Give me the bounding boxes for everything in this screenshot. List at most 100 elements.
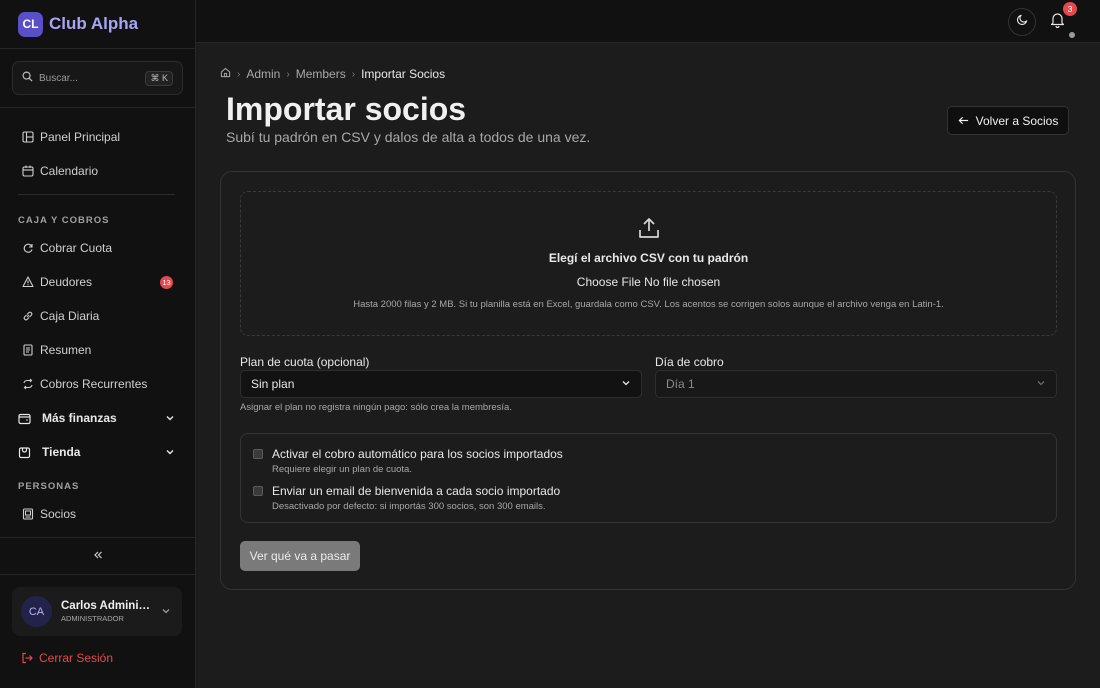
- billing-day-value: Día 1: [666, 377, 695, 391]
- sidebar-item-label: Cobros Recurrentes: [40, 377, 148, 391]
- import-options: Activar el cobro automático para los soc…: [240, 433, 1057, 523]
- sidebar-item-cobros-recurrentes[interactable]: Cobros Recurrentes: [0, 367, 195, 401]
- option-description: Requiere elegir un plan de cuota.: [272, 464, 412, 475]
- billing-day-select[interactable]: Día 1: [655, 370, 1057, 398]
- wallet-icon: [18, 412, 31, 425]
- user-menu[interactable]: CA Carlos Adminis... ADMINISTRADOR: [12, 587, 182, 636]
- debtors-count-badge: 13: [160, 276, 173, 289]
- sidebar-item-label: Caja Diaria: [40, 309, 100, 323]
- search-icon: [22, 69, 33, 87]
- arrow-left-icon: [958, 115, 969, 126]
- dropzone-hint: Hasta 2000 filas y 2 MB. Si tu planilla …: [353, 299, 944, 310]
- warning-icon: [21, 276, 34, 289]
- page-title: Importar socios: [226, 91, 467, 127]
- dashboard-icon: [21, 131, 34, 144]
- sidebar-item-socios[interactable]: Socios: [0, 497, 195, 531]
- sidebar-item-label: Socios: [40, 507, 77, 521]
- breadcrumb-current: Importar Socios: [361, 67, 446, 81]
- logout-icon: [21, 652, 33, 664]
- sidebar-item-resumen[interactable]: Resumen: [0, 333, 195, 367]
- chevron-down-icon: [621, 377, 631, 391]
- avatar: CA: [21, 596, 52, 627]
- brand-logo: CL: [18, 11, 43, 37]
- chevron-right-icon: ›: [286, 68, 290, 80]
- chevron-down-icon: [161, 603, 171, 621]
- notifications-button[interactable]: [1050, 12, 1065, 33]
- dropzone-title: Elegí el archivo CSV con tu padrón: [548, 251, 749, 265]
- chevron-down-icon: [165, 412, 175, 426]
- sidebar-item-deudores[interactable]: Deudores 13: [0, 265, 195, 299]
- auto-billing-checkbox[interactable]: [253, 449, 263, 459]
- user-role: ADMINISTRADOR: [61, 614, 124, 623]
- status-dot: [1069, 32, 1075, 38]
- sidebar-item-caja-diaria[interactable]: Caja Diaria: [0, 299, 195, 333]
- sidebar-group-label: Tienda: [42, 445, 81, 459]
- sidebar-item-calendario[interactable]: Calendario: [0, 154, 195, 188]
- auto-billing-option[interactable]: Activar el cobro automático para los soc…: [253, 447, 563, 475]
- option-title: Enviar un email de bienvenida a cada soc…: [272, 484, 561, 498]
- breadcrumb-item-members[interactable]: Members: [296, 67, 346, 81]
- logout-label: Cerrar Sesión: [39, 651, 114, 665]
- receipt-icon: [21, 344, 34, 357]
- link-icon: [21, 310, 34, 323]
- back-button-label: Volver a Socios: [975, 113, 1059, 128]
- sidebar-item-label: Resumen: [40, 343, 92, 357]
- home-icon[interactable]: [220, 67, 231, 81]
- sidebar-divider: [18, 194, 175, 195]
- section-label-caja: CAJA Y COBROS: [18, 214, 110, 226]
- sidebar-item-label: Cobrar Cuota: [40, 241, 113, 255]
- search-shortcut: ⌘ K: [145, 70, 173, 86]
- chevrons-left-icon: [93, 547, 103, 565]
- notification-count-badge: 3: [1063, 2, 1077, 16]
- chevron-down-icon: [165, 446, 175, 460]
- topbar: 3: [196, 0, 1100, 43]
- sidebar-item-label: Calendario: [40, 164, 99, 178]
- chevron-right-icon: ›: [351, 68, 356, 80]
- logout-button[interactable]: Cerrar Sesión: [21, 651, 113, 665]
- billing-day-label: Día de cobro: [655, 355, 724, 369]
- chevron-right-icon: ›: [237, 68, 241, 80]
- welcome-email-option[interactable]: Enviar un email de bienvenida a cada soc…: [253, 484, 560, 512]
- brand[interactable]: CL Club Alpha: [0, 0, 195, 49]
- plan-label: Plan de cuota (opcional): [240, 355, 370, 369]
- sidebar: CL Club Alpha Buscar... ⌘ K Panel Princi…: [0, 0, 196, 688]
- calendar-icon: [21, 165, 34, 178]
- store-icon: [18, 446, 31, 459]
- sidebar-nav: Panel Principal Calendario CAJA Y COBROS…: [0, 108, 195, 531]
- file-input[interactable]: Choose File No file chosen: [241, 275, 1056, 289]
- search-input[interactable]: Buscar... ⌘ K: [12, 61, 183, 95]
- csv-dropzone[interactable]: Elegí el archivo CSV con tu padrón Choos…: [240, 191, 1057, 336]
- sidebar-item-panel-principal[interactable]: Panel Principal: [0, 120, 195, 154]
- option-description: Desactivado por defecto: si importás 300…: [272, 501, 546, 512]
- back-to-members-button[interactable]: Volver a Socios: [947, 106, 1069, 135]
- plan-select[interactable]: Sin plan: [240, 370, 642, 398]
- sidebar-group-tienda[interactable]: Tienda: [0, 435, 195, 469]
- repeat-icon: [21, 378, 34, 391]
- page-subtitle: Subí tu padrón en CSV y dalos de alta a …: [226, 129, 591, 145]
- plan-hint: Asignar el plan no registra ningún pago:…: [240, 402, 512, 413]
- brand-name: Club Alpha: [49, 14, 139, 33]
- moon-icon: [1016, 13, 1029, 31]
- members-icon: [21, 508, 34, 521]
- search-placeholder: Buscar...: [39, 72, 78, 84]
- sidebar-item-label: Panel Principal: [40, 130, 121, 144]
- user-name: Carlos Adminis...: [61, 600, 153, 612]
- section-label-personas: PERSONAS: [18, 480, 80, 492]
- theme-toggle-button[interactable]: [1008, 8, 1036, 36]
- sidebar-item-label: Deudores: [40, 275, 93, 289]
- welcome-email-checkbox[interactable]: [253, 486, 263, 496]
- bell-icon: [1050, 13, 1065, 32]
- preview-import-button[interactable]: Ver qué va a pasar: [240, 541, 360, 571]
- chevron-down-icon: [1036, 377, 1046, 391]
- import-card: Elegí el archivo CSV con tu padrón Choos…: [220, 171, 1076, 590]
- plan-select-value: Sin plan: [251, 377, 295, 391]
- collapse-sidebar-button[interactable]: [0, 537, 196, 575]
- option-title: Activar el cobro automático para los soc…: [272, 447, 563, 461]
- upload-icon: [638, 217, 660, 244]
- sidebar-item-cobrar-cuota[interactable]: Cobrar Cuota: [0, 231, 195, 265]
- sidebar-group-mas-finanzas[interactable]: Más finanzas: [0, 401, 195, 435]
- breadcrumb-item-admin[interactable]: Admin: [246, 67, 280, 81]
- breadcrumb: › Admin › Members › Importar Socios: [220, 67, 445, 81]
- refresh-icon: [21, 242, 34, 255]
- sidebar-group-label: Más finanzas: [42, 411, 117, 425]
